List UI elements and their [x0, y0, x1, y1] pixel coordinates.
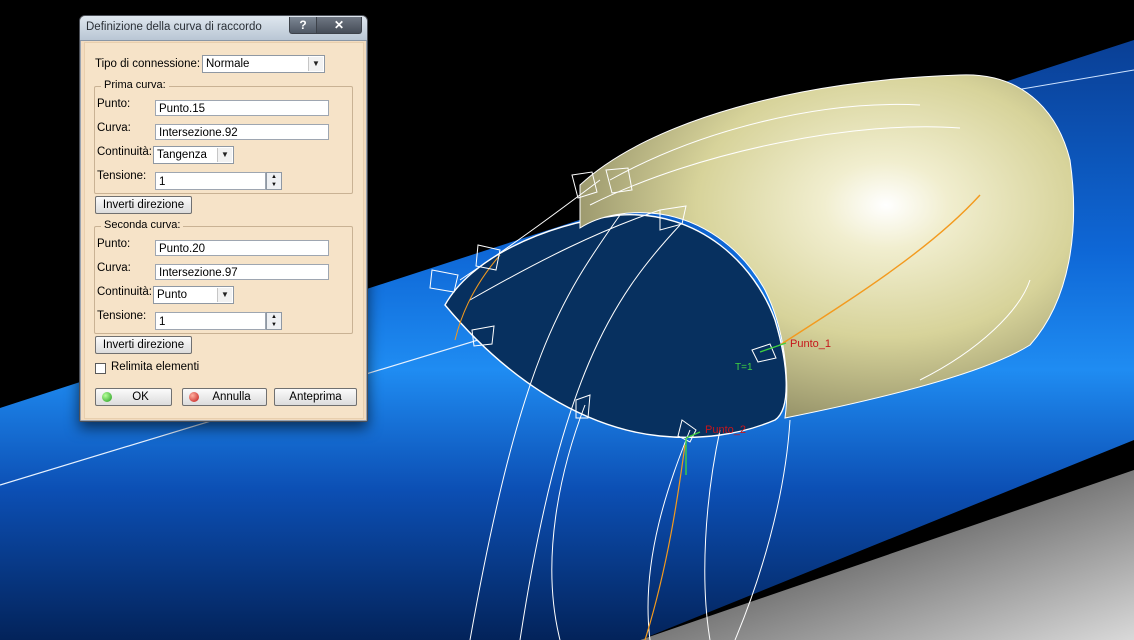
help-button[interactable]: ? [289, 17, 317, 34]
second-curve-group: Seconda curva: Punto: Punto.20 Curva: In… [94, 219, 353, 334]
second-curve-group-title: Seconda curva: [101, 219, 184, 231]
second-point-label: Punto: [97, 238, 131, 250]
close-icon: ✕ [333, 18, 345, 32]
cancel-button[interactable]: Annulla [182, 388, 267, 406]
tangent-label: T=1 [735, 362, 753, 373]
dialog-title: Definizione della curva di raccordo [86, 21, 262, 33]
second-curve-field[interactable]: Intersezione.97 [155, 264, 329, 280]
spin-up-icon[interactable]: ▲ [267, 173, 281, 181]
second-tension-field[interactable]: 1 [155, 312, 266, 330]
ok-icon [102, 392, 112, 402]
first-curve-group-title: Prima curva: [101, 79, 169, 91]
first-continuity-label: Continuità: [97, 146, 152, 158]
point-2-label: Punto_2 [705, 424, 746, 436]
first-curve-group: Prima curva: Punto: Punto.15 Curva: Inte… [94, 79, 353, 194]
second-tension-label: Tensione: [97, 310, 147, 322]
first-curve-field[interactable]: Intersezione.92 [155, 124, 329, 140]
spin-down-icon[interactable]: ▼ [267, 181, 281, 189]
second-continuity-label: Continuità: [97, 286, 152, 298]
second-tension-spinner[interactable]: ▲ ▼ [266, 312, 282, 330]
first-curve-label: Curva: [97, 122, 131, 134]
first-tension-spinner[interactable]: ▲ ▼ [266, 172, 282, 190]
spin-up-icon[interactable]: ▲ [267, 313, 281, 321]
chevron-down-icon[interactable]: ▼ [217, 148, 232, 162]
first-tension-field[interactable]: 1 [155, 172, 266, 190]
help-icon: ? [299, 18, 307, 32]
ok-button[interactable]: OK [95, 388, 172, 406]
trim-elements-checkbox[interactable] [95, 363, 106, 374]
connection-type-label: Tipo di connessione: [95, 58, 201, 70]
first-point-label: Punto: [97, 98, 131, 110]
chevron-down-icon[interactable]: ▼ [217, 288, 232, 302]
second-curve-label: Curva: [97, 262, 131, 274]
preview-button[interactable]: Anteprima [274, 388, 357, 406]
trim-elements-label: Relimita elementi [111, 361, 200, 373]
first-continuity-select[interactable]: Tangenza ▼ [153, 146, 234, 164]
first-point-field[interactable]: Punto.15 [155, 100, 329, 116]
invert-direction-button-1[interactable]: Inverti direzione [95, 196, 192, 214]
close-button[interactable]: ✕ [316, 17, 362, 34]
invert-direction-button-2[interactable]: Inverti direzione [95, 336, 192, 354]
second-point-field[interactable]: Punto.20 [155, 240, 329, 256]
dialog-body: Tipo di connessione: Normale ▼ Prima cur… [84, 42, 364, 419]
fillet-curve-dialog: Definizione della curva di raccordo ? ✕ … [79, 15, 368, 422]
first-tension-label: Tensione: [97, 170, 147, 182]
connection-type-select[interactable]: Normale ▼ [202, 55, 325, 73]
cancel-icon [189, 392, 199, 402]
second-continuity-select[interactable]: Punto ▼ [153, 286, 234, 304]
spin-down-icon[interactable]: ▼ [267, 321, 281, 329]
dialog-titlebar[interactable]: Definizione della curva di raccordo ? ✕ [80, 16, 367, 41]
point-1-label: Punto_1 [790, 338, 831, 350]
chevron-down-icon[interactable]: ▼ [308, 57, 323, 71]
